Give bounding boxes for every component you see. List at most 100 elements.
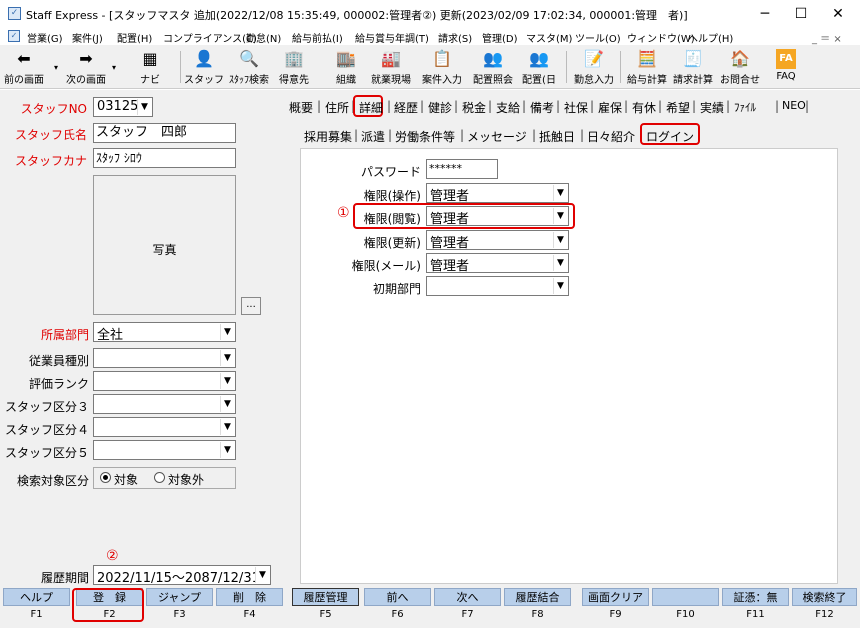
org-button[interactable]: 🏬 組織	[326, 45, 366, 89]
dept-select[interactable]: 全社 ▼	[93, 322, 236, 343]
attendance-input-button[interactable]: 📝 勤怠入力	[570, 45, 618, 89]
f5-history-button[interactable]: 履歴管理 F5	[292, 588, 359, 628]
subtab-login[interactable]: ログイン	[646, 128, 694, 145]
marker-2: ②	[106, 548, 119, 564]
mdi-controls[interactable]: _ ＝ ×	[812, 30, 842, 45]
init-dept-select[interactable]: ▼	[426, 276, 569, 296]
menu-compliance[interactable]: コンプライアンス(C)	[163, 30, 257, 45]
prev-dropdown-icon[interactable]: ▾	[52, 45, 60, 89]
menu-help[interactable]: ヘルプ(H)	[688, 30, 733, 45]
sub-tabs: 採用募集 | 派遣 | 労働条件等 | メッセージ | 抵触日 | 日々紹介 ロ…	[304, 123, 704, 148]
subtab-recruitment[interactable]: 採用募集	[304, 128, 352, 145]
f12-search-end-button[interactable]: 検索終了 F12	[792, 588, 857, 628]
staff-div4-select[interactable]: ▼	[93, 417, 236, 437]
perm-op-select[interactable]: 管理者 ▼	[426, 183, 569, 204]
f10-button[interactable]: F10	[652, 588, 719, 628]
f2-highlight	[72, 588, 144, 622]
password-field[interactable]: ******	[426, 159, 498, 179]
menu-prepay[interactable]: 給与前払(I)	[292, 30, 343, 45]
menu-billing[interactable]: 請求(S)	[438, 30, 472, 45]
chevron-down-icon: ▼	[220, 442, 234, 458]
faq-button[interactable]: FA FAQ	[768, 45, 804, 89]
tab-social-insurance[interactable]: 社保	[564, 99, 588, 116]
staff-kana-field[interactable]: ｽﾀｯﾌ ｼﾛｳ	[93, 148, 236, 168]
subtab-message[interactable]: メッセージ	[467, 128, 527, 145]
pay-calc-button[interactable]: 🧮 給与計算	[624, 45, 670, 89]
tab-address[interactable]: 住所	[325, 99, 349, 116]
tab-notes[interactable]: 備考	[530, 99, 554, 116]
eval-rank-select[interactable]: ▼	[93, 371, 236, 391]
tab-payment[interactable]: 支給	[496, 99, 520, 116]
close-button[interactable]: ✕	[818, 0, 858, 28]
staff-div3-select[interactable]: ▼	[93, 394, 236, 414]
contact-button[interactable]: 🏠 お問合せ	[716, 45, 764, 89]
assign-query-button[interactable]: 👥 配置照会	[470, 45, 516, 89]
menu-tools[interactable]: ツール(O)	[575, 30, 621, 45]
client-button[interactable]: 🏢 得意先	[274, 45, 314, 89]
staff-no-select[interactable]: 031258 ▼	[93, 97, 153, 117]
tab-neo[interactable]: NEO	[782, 99, 806, 112]
search-target-group: 対象 対象外	[93, 467, 236, 489]
f3-jump-button[interactable]: ジャンプ F3	[146, 588, 213, 628]
subtab-dispatch[interactable]: 派遣	[361, 128, 385, 145]
next-dropdown-icon[interactable]: ▾	[110, 45, 118, 89]
staff-button[interactable]: 👤 スタッフ	[184, 45, 224, 89]
subtab-conflict-date[interactable]: 抵触日	[539, 128, 575, 145]
menu-attendance[interactable]: 勤怠(N)	[246, 30, 281, 45]
history-period-select[interactable]: 2022/11/15～2087/12/31 ▼	[93, 565, 271, 586]
staff-div5-select[interactable]: ▼	[93, 440, 236, 460]
navi-icon: ▦	[142, 49, 158, 68]
tab-files[interactable]: ﾌｧｲﾙ	[734, 99, 756, 115]
menu-admin[interactable]: 管理(D)	[482, 30, 518, 45]
subtab-work-conditions[interactable]: 労働条件等	[395, 128, 455, 145]
staff-name-field[interactable]: スタッフ 四郎	[93, 123, 236, 143]
menu-master[interactable]: マスタ(M)	[526, 30, 572, 45]
bill-calc-button[interactable]: 🧾 請求計算	[670, 45, 716, 89]
f1-help-button[interactable]: ヘルプ F1	[3, 588, 70, 628]
app-icon: ✓	[8, 7, 21, 20]
staff-search-button[interactable]: 🔍 ｽﾀｯﾌ検索	[226, 45, 272, 89]
tab-wishes[interactable]: 希望	[666, 99, 690, 116]
tab-paid-leave[interactable]: 有休	[632, 99, 656, 116]
menu-window[interactable]: ウィンドウ(W)	[627, 30, 695, 45]
tab-overview[interactable]: 概要	[289, 99, 313, 116]
case-input-button[interactable]: 📋 案件入力	[418, 45, 466, 89]
navi-button[interactable]: ▦ ナビ	[128, 45, 172, 89]
radio-excluded[interactable]	[154, 472, 165, 483]
tab-detail[interactable]: 詳細	[359, 99, 383, 116]
toolbar-separator	[566, 51, 567, 83]
f7-next-button[interactable]: 次へ F7	[434, 588, 501, 628]
assign-day-button[interactable]: 👥 配置(日	[518, 45, 560, 89]
menu-case[interactable]: 案件(J)	[72, 30, 103, 45]
prev-screen-button[interactable]: ⬅ 前の画面	[2, 45, 46, 89]
f4-delete-button[interactable]: 削 除 F4	[216, 588, 283, 628]
tab-tax[interactable]: 税金	[462, 99, 486, 116]
f8-history-merge-button[interactable]: 履歴結合 F8	[504, 588, 571, 628]
f9-clear-button[interactable]: 画面クリア F9	[582, 588, 649, 628]
tab-career[interactable]: 経歴	[394, 99, 418, 116]
menu-sales[interactable]: 営業(G)	[27, 30, 63, 45]
perm-mail-select[interactable]: 管理者 ▼	[426, 253, 569, 274]
maximize-button[interactable]: ☐	[781, 0, 821, 28]
tab-employment-insurance[interactable]: 雇保	[598, 99, 622, 116]
tab-checkup[interactable]: 健診	[428, 99, 452, 116]
toolbar-separator	[620, 51, 621, 83]
function-key-bar: ヘルプ F1 登 録 F2 ジャンプ F3 削 除 F4 履歴管理 F5 前へ F6 次へ F…	[0, 588, 860, 628]
radio-target[interactable]	[100, 472, 111, 483]
next-screen-button[interactable]: ➡ 次の画面	[62, 45, 110, 89]
person-icon: 👤	[194, 49, 214, 68]
emp-type-select[interactable]: ▼	[93, 348, 236, 368]
f11-evidence-button[interactable]: 証憑：無 F11	[722, 588, 789, 628]
menu-payroll[interactable]: 給与賞与年調(T)	[355, 30, 429, 45]
minimize-button[interactable]: ─	[745, 0, 785, 28]
f6-prev-button[interactable]: 前へ F6	[364, 588, 431, 628]
photo-browse-button[interactable]: ...	[241, 297, 261, 315]
chevron-down-icon: ▼	[220, 419, 234, 435]
tab-records[interactable]: 実績	[700, 99, 724, 116]
perm-view-select[interactable]: 管理者 ▼	[426, 206, 569, 227]
menu-assign[interactable]: 配置(H)	[117, 30, 152, 45]
work-site-button[interactable]: 🏭 就業現場	[366, 45, 416, 89]
subtab-daily-intro[interactable]: 日々紹介	[587, 128, 635, 145]
chevron-down-icon: ▼	[220, 350, 234, 366]
perm-update-select[interactable]: 管理者 ▼	[426, 230, 569, 251]
